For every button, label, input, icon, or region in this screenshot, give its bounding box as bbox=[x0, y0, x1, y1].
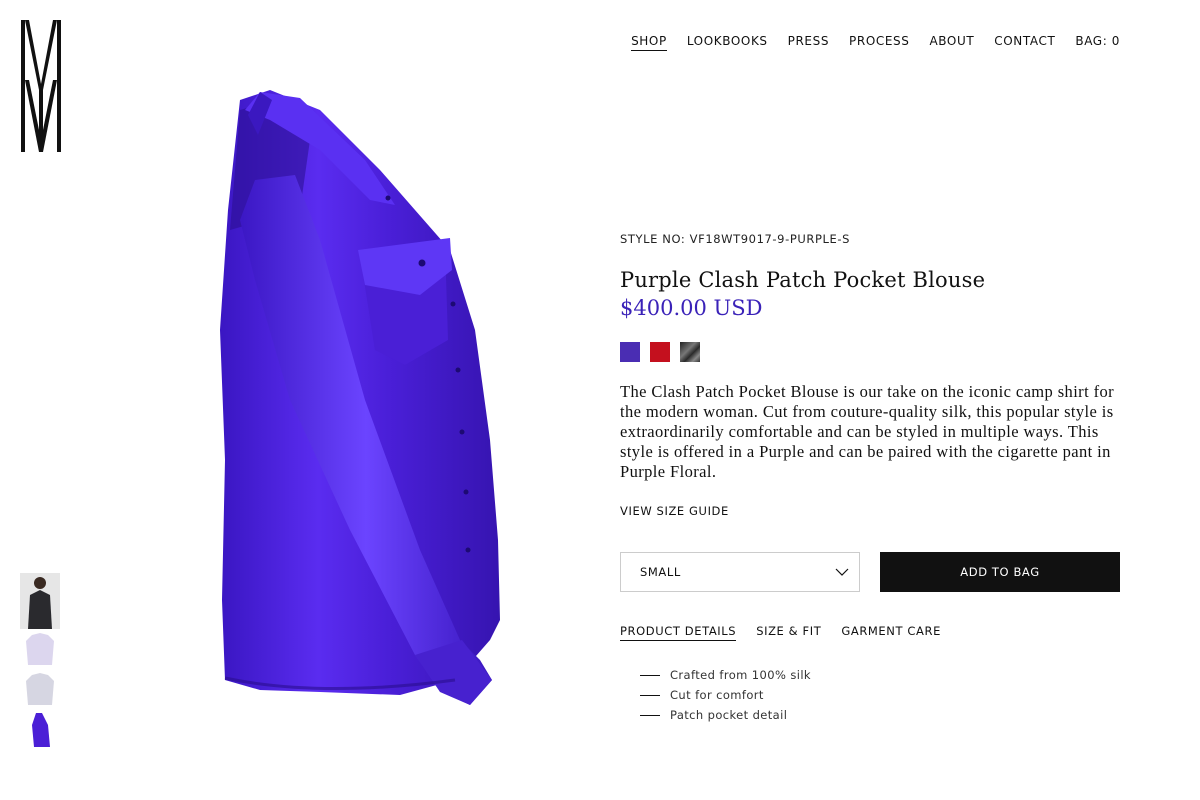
nav-process[interactable]: PROCESS bbox=[849, 33, 909, 51]
product-title: Purple Clash Patch Pocket Blouse bbox=[620, 268, 986, 292]
swatch-purple[interactable] bbox=[620, 342, 640, 362]
nav-press[interactable]: PRESS bbox=[788, 33, 829, 51]
dash-icon bbox=[640, 674, 660, 676]
swatch-red[interactable] bbox=[650, 342, 670, 362]
tab-garment-care[interactable]: GARMENT CARE bbox=[841, 624, 941, 641]
list-item: Crafted from 100% silk bbox=[640, 665, 1120, 685]
thumbnail-model[interactable] bbox=[20, 573, 60, 629]
chevron-down-icon bbox=[835, 568, 849, 576]
feature-text: Patch pocket detail bbox=[670, 708, 788, 722]
nav-shop[interactable]: SHOP bbox=[631, 33, 667, 51]
product-image bbox=[220, 90, 500, 705]
size-select-value: SMALL bbox=[640, 565, 681, 579]
product-details: STYLE NO: VF18WT9017-9-PURPLE-S Purple C… bbox=[620, 232, 1120, 725]
main-nav: SHOP LOOKBOOKS PRESS PROCESS ABOUT CONTA… bbox=[631, 33, 1120, 51]
dash-icon bbox=[640, 694, 660, 696]
swatch-black-metallic[interactable] bbox=[680, 342, 700, 362]
nav-lookbooks[interactable]: LOOKBOOKS bbox=[687, 33, 768, 51]
feature-list: Crafted from 100% silk Cut for comfort P… bbox=[620, 665, 1120, 725]
nav-about[interactable]: ABOUT bbox=[929, 33, 974, 51]
thumbnail-back-light[interactable] bbox=[20, 671, 60, 709]
brand-logo[interactable] bbox=[20, 20, 62, 152]
dash-icon bbox=[640, 714, 660, 716]
list-item: Cut for comfort bbox=[640, 685, 1120, 705]
color-swatches bbox=[620, 342, 1120, 362]
style-number: STYLE NO: VF18WT9017-9-PURPLE-S bbox=[620, 232, 851, 246]
feature-text: Crafted from 100% silk bbox=[670, 668, 811, 682]
nav-bag[interactable]: BAG: 0 bbox=[1075, 33, 1120, 51]
feature-text: Cut for comfort bbox=[670, 688, 764, 702]
thumbnail-front-light[interactable] bbox=[20, 631, 60, 669]
tab-size-fit[interactable]: SIZE & FIT bbox=[756, 624, 821, 641]
tab-product-details[interactable]: PRODUCT DETAILS bbox=[620, 624, 737, 641]
add-to-bag-button[interactable]: ADD TO BAG bbox=[880, 552, 1120, 592]
size-select[interactable]: SMALL bbox=[620, 552, 860, 592]
list-item: Patch pocket detail bbox=[640, 705, 1120, 725]
product-description: The Clash Patch Pocket Blouse is our tak… bbox=[620, 382, 1115, 481]
product-price: $400.00 USD bbox=[620, 296, 763, 320]
thumbnail-side-purple[interactable] bbox=[20, 711, 60, 749]
nav-contact[interactable]: CONTACT bbox=[994, 33, 1055, 51]
image-thumbnails bbox=[20, 573, 60, 751]
detail-tabs: PRODUCT DETAILS SIZE & FIT GARMENT CARE bbox=[620, 624, 1120, 641]
size-guide-link[interactable]: VIEW SIZE GUIDE bbox=[620, 504, 729, 518]
